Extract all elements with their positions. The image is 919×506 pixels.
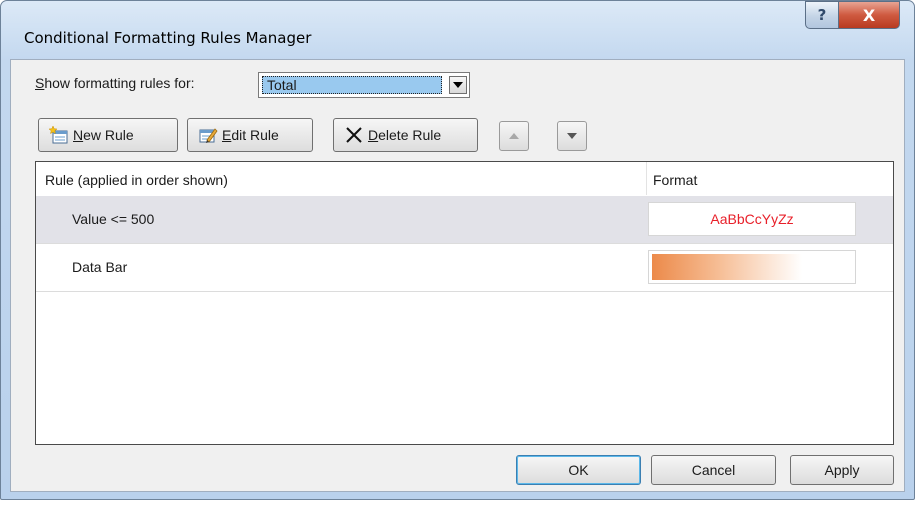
rule-label: Value <= 500 [72, 211, 155, 227]
format-sample-text: AaBbCcYyZz [710, 211, 794, 227]
delete-rule-label: Delete Rule [368, 127, 442, 143]
rules-list-header: Rule (applied in order shown) Format [36, 162, 893, 197]
new-rule-button[interactable]: New Rule [38, 118, 178, 152]
show-rules-selected-value: Total [262, 76, 442, 94]
rules-manager-dialog: Conditional Formatting Rules Manager ? X… [0, 0, 915, 500]
help-icon: ? [817, 6, 827, 24]
new-rule-label: New Rule [73, 127, 134, 143]
column-header-rule: Rule (applied in order shown) [45, 172, 228, 188]
delete-icon [344, 125, 364, 145]
move-down-button[interactable] [557, 121, 587, 151]
ok-button[interactable]: OK [516, 455, 641, 485]
column-header-format: Format [653, 172, 698, 188]
edit-rule-label: Edit Rule [222, 127, 279, 143]
title-bar[interactable]: Conditional Formatting Rules Manager ? X [1, 1, 914, 59]
data-bar-preview [652, 254, 802, 280]
rule-label: Data Bar [72, 259, 128, 275]
chevron-down-icon[interactable] [449, 76, 467, 94]
column-divider [646, 162, 647, 195]
format-preview [648, 250, 856, 284]
new-rule-icon [48, 125, 69, 145]
dialog-title: Conditional Formatting Rules Manager [24, 29, 312, 47]
edit-rule-button[interactable]: Edit Rule [187, 118, 313, 152]
show-rules-select[interactable]: Total [258, 72, 470, 98]
cancel-button[interactable]: Cancel [651, 455, 776, 485]
edit-rule-icon [198, 125, 218, 145]
help-button[interactable]: ? [805, 1, 839, 29]
arrow-down-icon [567, 133, 577, 139]
format-preview: AaBbCcYyZz [648, 202, 856, 236]
move-up-button[interactable] [499, 121, 529, 151]
show-rules-label: Show formatting rules for: [35, 75, 195, 91]
delete-rule-button[interactable]: Delete Rule [333, 118, 478, 152]
rule-row-value-le-500[interactable]: Value <= 500 AaBbCcYyZz [36, 196, 893, 244]
close-button[interactable]: X [838, 1, 900, 29]
close-icon: X [862, 5, 876, 25]
rules-list[interactable]: Rule (applied in order shown) Format Val… [35, 161, 894, 445]
arrow-up-icon [509, 133, 519, 139]
dialog-content: Show formatting rules for: Total New Rul… [10, 59, 905, 492]
apply-button[interactable]: Apply [790, 455, 894, 485]
rule-row-data-bar[interactable]: Data Bar [36, 244, 893, 292]
